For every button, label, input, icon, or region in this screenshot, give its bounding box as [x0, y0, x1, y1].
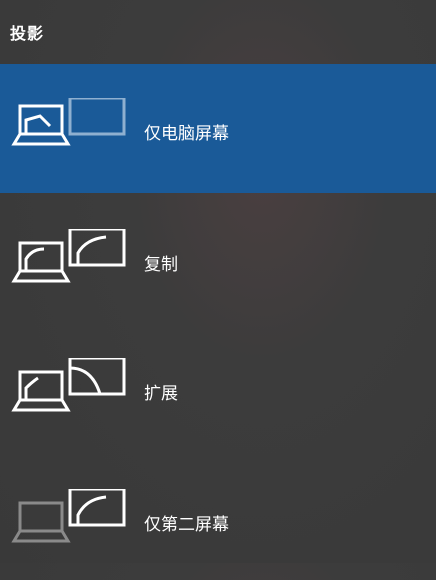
- option-label: 仅电脑屏幕: [144, 124, 229, 144]
- project-panel: 投影 仅电脑屏幕 复制 扩展 仅第二屏幕: [0, 0, 436, 563]
- extend-icon: [11, 358, 126, 412]
- option-extend[interactable]: 扩展: [0, 322, 436, 451]
- option-pc-screen-only[interactable]: 仅电脑屏幕: [0, 64, 436, 193]
- option-label: 扩展: [144, 384, 178, 404]
- option-second-screen-only[interactable]: 仅第二屏幕: [0, 451, 436, 580]
- second-screen-only-icon: [11, 489, 126, 543]
- duplicate-icon: [11, 229, 126, 283]
- option-label: 复制: [144, 255, 178, 275]
- option-duplicate[interactable]: 复制: [0, 193, 436, 322]
- pc-screen-only-icon: [11, 98, 126, 146]
- option-label: 仅第二屏幕: [144, 515, 229, 535]
- panel-title: 投影: [10, 24, 45, 43]
